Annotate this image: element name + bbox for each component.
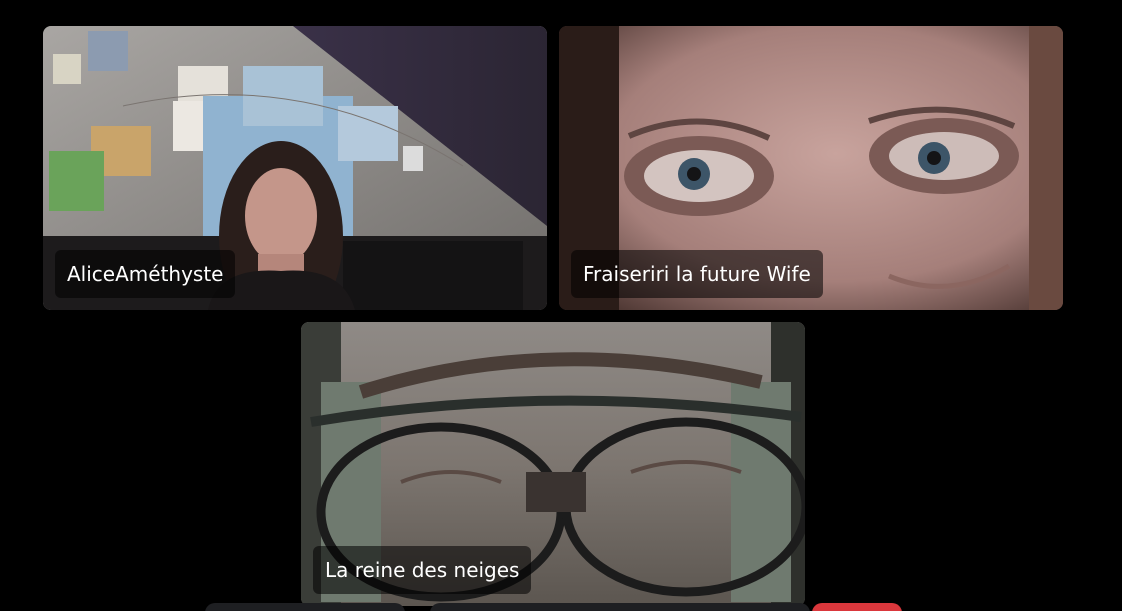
participant-tile[interactable]: AliceAméthyste (43, 26, 547, 310)
call-stage: AliceAméthyste Fraiseriri la future Wife… (0, 0, 1122, 611)
voice-controls-button[interactable] (205, 603, 405, 611)
participant-tile[interactable]: La reine des neiges (301, 322, 805, 606)
leave-call-button[interactable] (812, 603, 902, 611)
participant-name-label: La reine des neiges (313, 546, 532, 594)
call-controls-bar (0, 603, 1122, 611)
participant-name-label: AliceAméthyste (55, 250, 236, 298)
participant-tile[interactable]: Fraiseriri la future Wife (559, 26, 1063, 310)
media-controls-group[interactable] (430, 603, 810, 611)
participant-name-label: Fraiseriri la future Wife (571, 250, 823, 298)
